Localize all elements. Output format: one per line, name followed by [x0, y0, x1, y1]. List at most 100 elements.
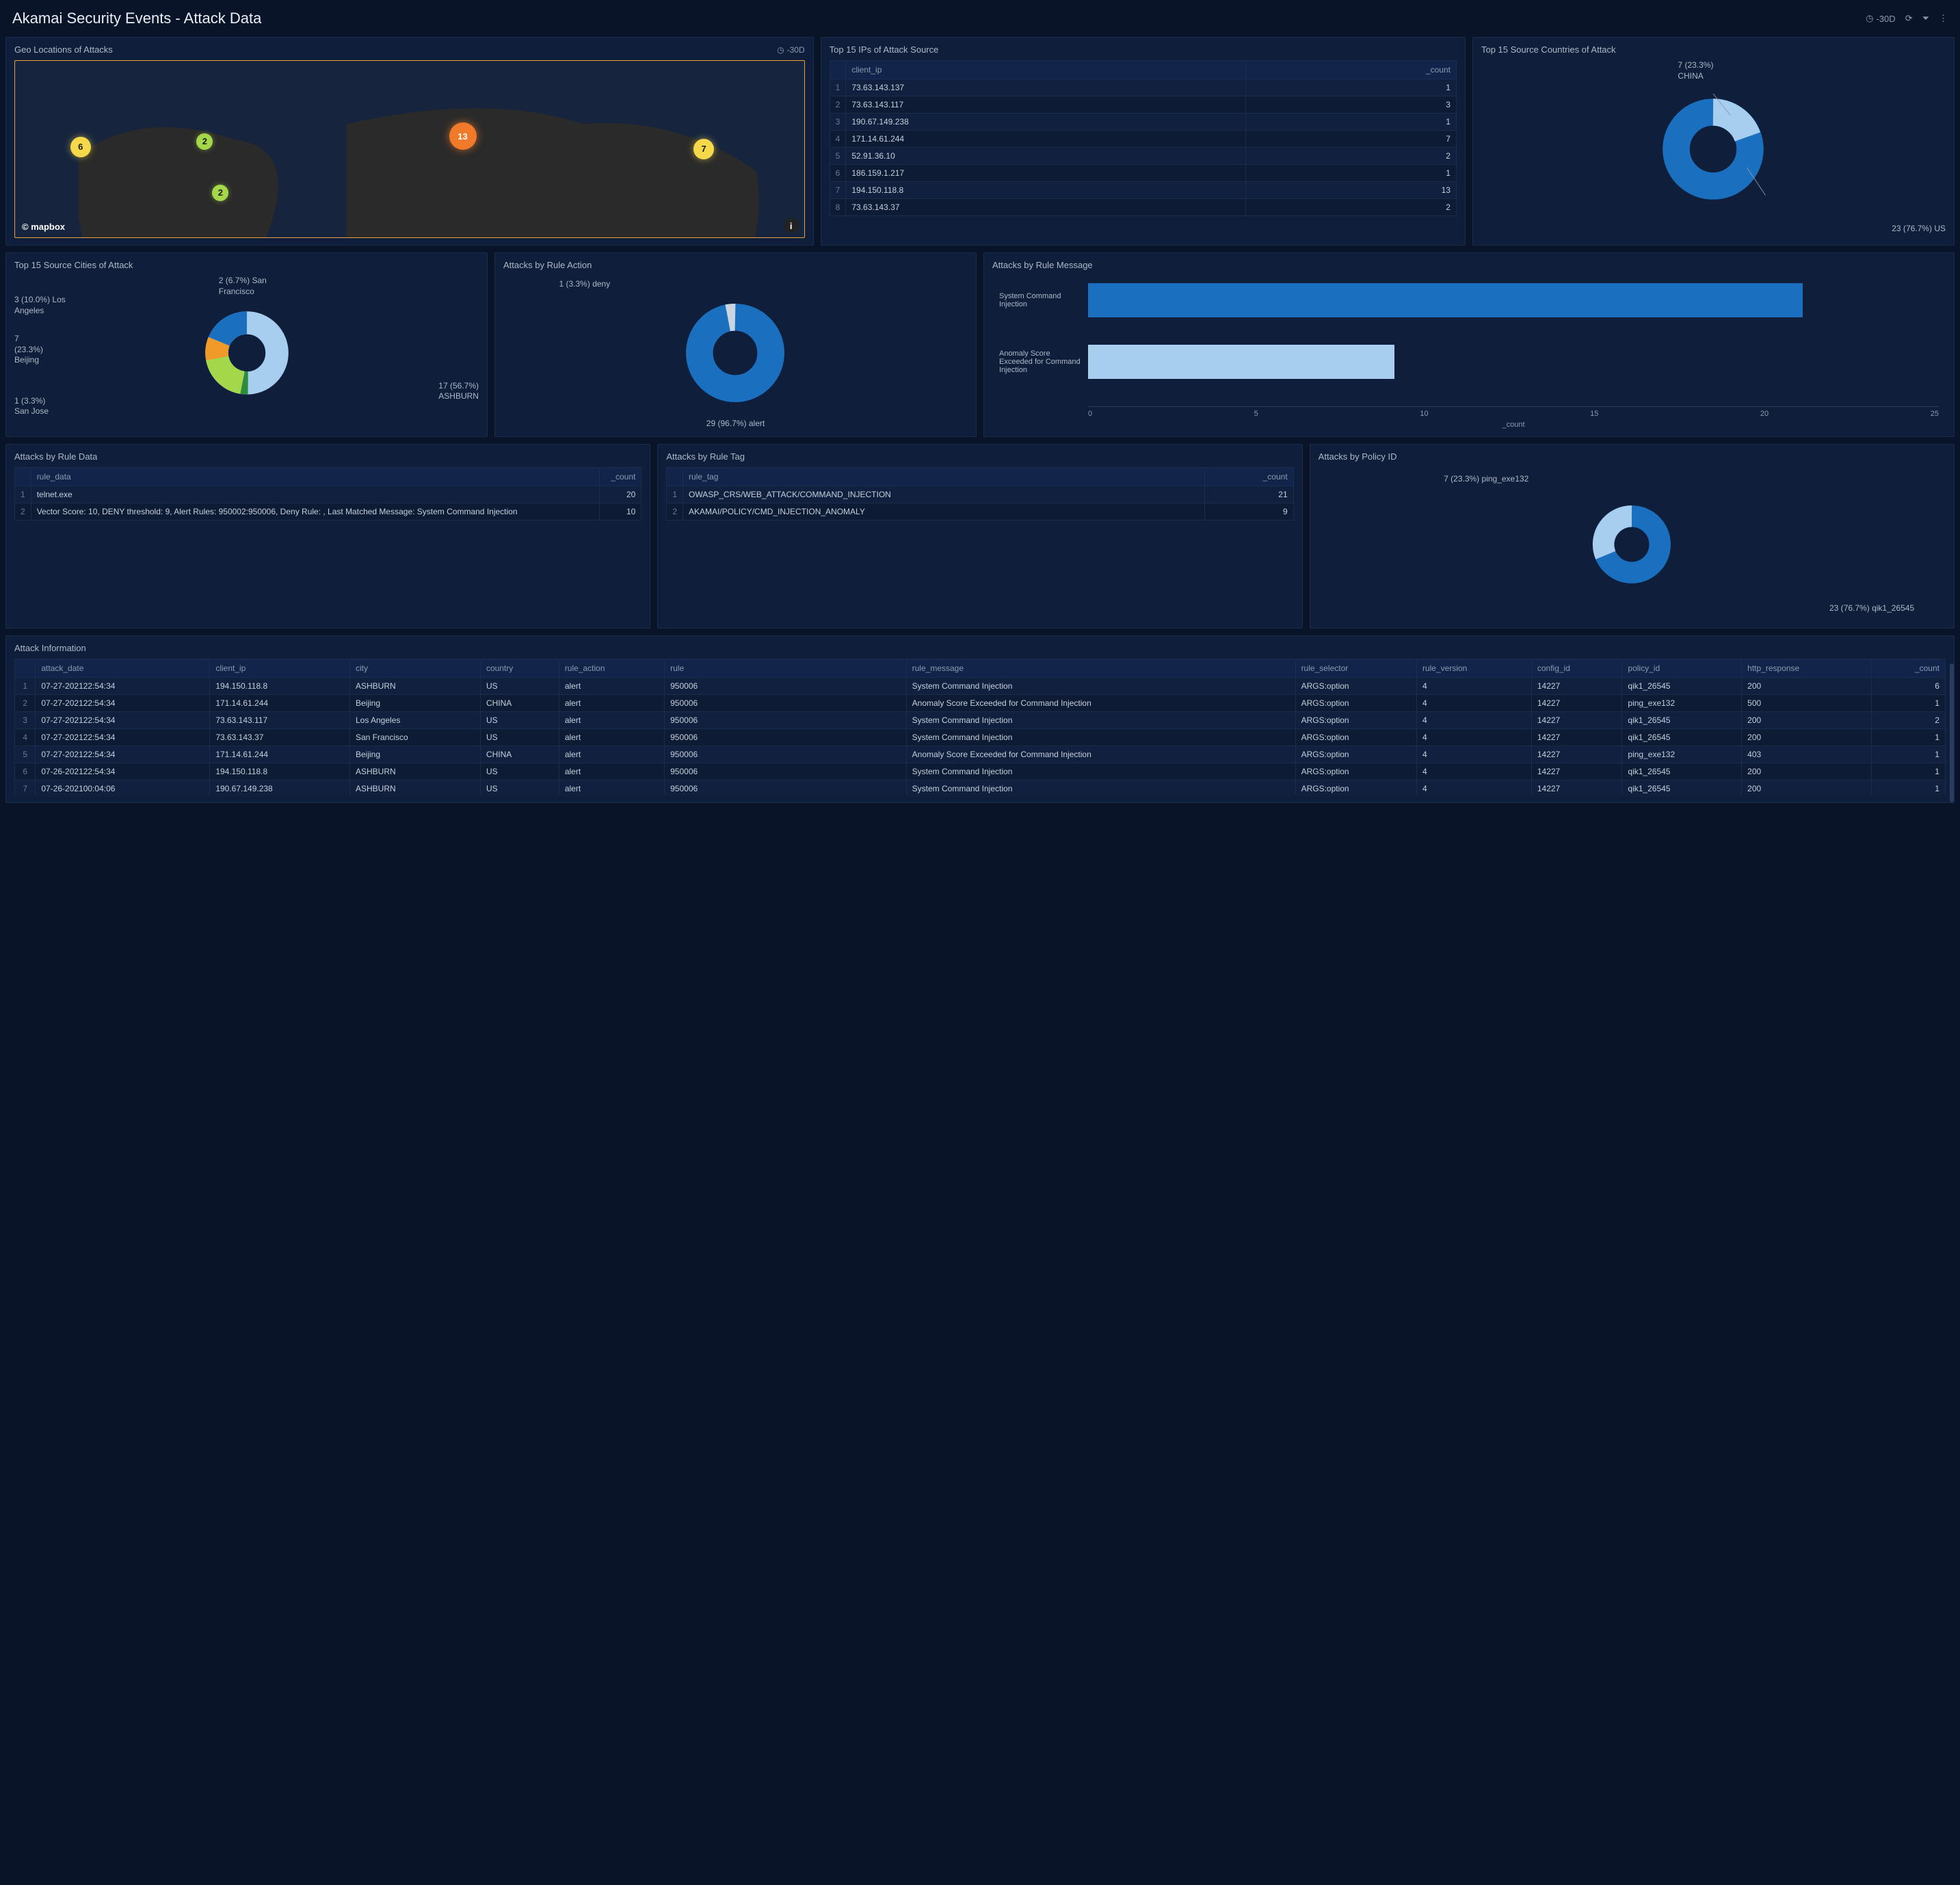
col-_count[interactable]: _count: [1871, 659, 1945, 678]
col-rd-count[interactable]: _count: [600, 468, 641, 486]
table-row[interactable]: 2Vector Score: 10, DENY threshold: 9, Al…: [15, 503, 641, 520]
bar-chart-rule-message[interactable]: System Command Injection Anomaly Score E…: [992, 276, 1946, 430]
col-city[interactable]: city: [349, 659, 480, 678]
panel-top-countries: Top 15 Source Countries of Attack 7 (23.…: [1472, 37, 1955, 246]
attack-info-table: attack_dateclient_ipcitycountryrule_acti…: [14, 659, 1946, 795]
donut-label-la: 3 (10.0%) LosAngeles: [14, 295, 66, 316]
panel-rule-data: Attacks by Rule Data rule_data _count 1t…: [5, 444, 650, 629]
table-row[interactable]: 1OWASP_CRS/WEB_ATTACK/COMMAND_INJECTION2…: [667, 486, 1293, 503]
donut-cities[interactable]: 2 (6.7%) SanFrancisco 3 (10.0%) LosAngel…: [14, 276, 479, 430]
col-policy_id[interactable]: policy_id: [1622, 659, 1742, 678]
map-bubble[interactable]: 2: [196, 133, 213, 150]
donut-label-sj: 1 (3.3%)San Jose: [14, 396, 49, 417]
page-header: Akamai Security Events - Attack Data ◷ -…: [5, 5, 1955, 37]
table-row[interactable]: 2AKAMAI/POLICY/CMD_INJECTION_ANOMALY9: [667, 503, 1293, 520]
col-http_response[interactable]: http_response: [1742, 659, 1872, 678]
bar-label-sci: System Command Injection: [999, 292, 1088, 308]
col-rule-tag[interactable]: rule_tag: [683, 468, 1205, 486]
col-rule-data[interactable]: rule_data: [31, 468, 599, 486]
panel-top-cities: Top 15 Source Cities of Attack 2 (6.7%) …: [5, 252, 488, 437]
filter-icon[interactable]: ⏷: [1922, 13, 1929, 24]
refresh-icon[interactable]: ⟳: [1905, 13, 1913, 24]
rule-data-table: rule_data _count 1telnet.exe202Vector Sc…: [14, 467, 641, 520]
col-rule_selector[interactable]: rule_selector: [1295, 659, 1416, 678]
map-bubble[interactable]: 6: [70, 137, 91, 157]
donut-policy[interactable]: 7 (23.3%) ping_exe132 23 (76.7%) qik1_26…: [1319, 467, 1946, 621]
table-row[interactable]: 307-27-202122:54:3473.63.143.117Los Ange…: [15, 712, 1946, 729]
panel-title-geo: Geo Locations of Attacks: [14, 44, 113, 55]
table-row[interactable]: 107-27-202122:54:34194.150.118.8ASHBURNU…: [15, 678, 1946, 695]
col-client-ip[interactable]: client_ip: [846, 61, 1245, 79]
map-bubble[interactable]: 2: [212, 185, 228, 201]
table-row[interactable]: 552.91.36.102: [830, 148, 1456, 165]
mapbox-logo: © mapbox: [22, 222, 65, 232]
header-actions: ◷ -30D ⟳ ⏷ ⋮: [1866, 13, 1948, 24]
map-info-icon[interactable]: i: [784, 218, 799, 233]
table-row[interactable]: 707-26-202100:04:06190.67.149.238ASHBURN…: [15, 780, 1946, 796]
table-row[interactable]: 507-27-202122:54:34171.14.61.244BeijingC…: [15, 746, 1946, 763]
top-ips-table: client_ip _count 173.63.143.1371273.63.1…: [830, 60, 1457, 216]
world-map[interactable]: 6 2 2 13 7 © mapbox i: [14, 60, 805, 238]
table-row[interactable]: 173.63.143.1371: [830, 79, 1456, 96]
panel-top-ips: Top 15 IPs of Attack Source client_ip _c…: [821, 37, 1466, 246]
col-rt-count[interactable]: _count: [1205, 468, 1293, 486]
table-row[interactable]: 7194.150.118.813: [830, 182, 1456, 199]
clock-icon: ◷: [777, 45, 784, 55]
panel-title-rule-data: Attacks by Rule Data: [14, 451, 97, 462]
col-rule_version[interactable]: rule_version: [1416, 659, 1531, 678]
col-rule_message[interactable]: rule_message: [906, 659, 1295, 678]
bar-anom: [1088, 345, 1394, 379]
table-row[interactable]: 6186.159.1.2171: [830, 165, 1456, 182]
panel-title-cities: Top 15 Source Cities of Attack: [14, 260, 133, 270]
panel-title-ips: Top 15 IPs of Attack Source: [830, 44, 939, 55]
panel-rule-tag: Attacks by Rule Tag rule_tag _count 1OWA…: [657, 444, 1302, 629]
panel-title-rule-tag: Attacks by Rule Tag: [666, 451, 745, 462]
rule-tag-table: rule_tag _count 1OWASP_CRS/WEB_ATTACK/CO…: [666, 467, 1293, 520]
menu-icon[interactable]: ⋮: [1939, 13, 1948, 24]
table-row[interactable]: 607-26-202122:54:34194.150.118.8ASHBURNU…: [15, 763, 1946, 780]
col-country[interactable]: country: [480, 659, 559, 678]
col-client_ip[interactable]: client_ip: [210, 659, 350, 678]
scrollbar[interactable]: [1950, 663, 1954, 802]
map-bubble[interactable]: 13: [449, 122, 477, 150]
clock-icon: ◷: [1866, 13, 1873, 24]
bar-label-anom: Anomaly Score Exceeded for Command Injec…: [999, 350, 1088, 374]
donut-label-alert: 29 (96.7%) alert: [706, 419, 765, 430]
panel-title-attack-info: Attack Information: [14, 643, 86, 653]
bar-xlabel: _count: [1088, 421, 1939, 429]
table-row[interactable]: 1telnet.exe20: [15, 486, 641, 503]
attack-table-scroll[interactable]: attack_dateclient_ipcitycountryrule_acti…: [14, 659, 1946, 795]
donut-label-us: 23 (76.7%) US: [1892, 224, 1946, 235]
table-row[interactable]: 873.63.143.372: [830, 199, 1456, 216]
panel-policy-id: Attacks by Policy ID 7 (23.3%) ping_exe1…: [1310, 444, 1955, 629]
table-row[interactable]: 4171.14.61.2447: [830, 131, 1456, 148]
panel-geo-locations: Geo Locations of Attacks ◷ -30D 6 2 2 13 7 ©…: [5, 37, 814, 246]
panel-time-badge[interactable]: ◷ -30D: [777, 45, 805, 55]
col-rule[interactable]: rule: [665, 659, 907, 678]
table-row[interactable]: 273.63.143.1173: [830, 96, 1456, 114]
panel-title-rule-action: Attacks by Rule Action: [503, 260, 592, 270]
col-rule_action[interactable]: rule_action: [559, 659, 664, 678]
panel-title-rule-message: Attacks by Rule Message: [992, 260, 1093, 270]
donut-countries[interactable]: 7 (23.3%) CHINA 23 (76.7%) US: [1481, 60, 1946, 238]
donut-label-qik: 23 (76.7%) qik1_26545: [1829, 603, 1914, 614]
map-bubble[interactable]: 7: [693, 139, 714, 159]
panel-rule-message: Attacks by Rule Message System Command I…: [983, 252, 1955, 437]
donut-label-bj: 7(23.3%)Beijing: [14, 334, 43, 366]
col-attack_date[interactable]: attack_date: [36, 659, 210, 678]
table-row[interactable]: 207-27-202122:54:34171.14.61.244BeijingC…: [15, 695, 1946, 712]
donut-label-ping: 7 (23.3%) ping_exe132: [1444, 474, 1528, 485]
world-map-svg: [15, 61, 804, 238]
donut-label-china: 7 (23.3%) CHINA: [1678, 60, 1713, 81]
donut-label-ash: 17 (56.7%)ASHBURN: [438, 381, 479, 402]
donut-label-deny: 1 (3.3%) deny: [559, 279, 610, 290]
col-config_id[interactable]: config_id: [1531, 659, 1622, 678]
col-count[interactable]: _count: [1245, 61, 1456, 79]
page-title: Akamai Security Events - Attack Data: [12, 10, 261, 27]
table-row[interactable]: 3190.67.149.2381: [830, 114, 1456, 131]
panel-rule-action: Attacks by Rule Action 1 (3.3%) deny 29 …: [494, 252, 977, 437]
time-range-picker[interactable]: ◷ -30D: [1866, 13, 1896, 24]
table-row[interactable]: 407-27-202122:54:3473.63.143.37San Franc…: [15, 729, 1946, 746]
panel-title-policy: Attacks by Policy ID: [1319, 451, 1397, 462]
donut-rule-action[interactable]: 1 (3.3%) deny 29 (96.7%) alert: [503, 276, 968, 430]
